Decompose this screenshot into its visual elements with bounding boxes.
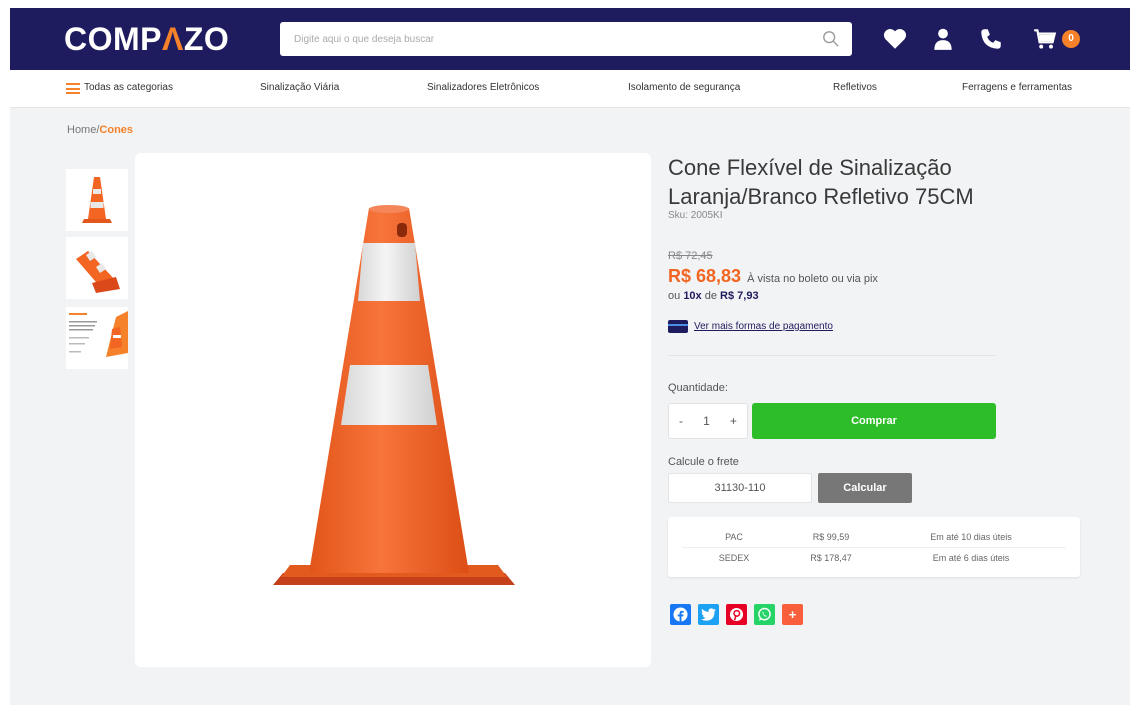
shipping-row: SEDEX R$ 178,47 Em até 6 dias úteis xyxy=(682,547,1066,567)
shipping-results: PAC R$ 99,59 Em até 10 dias úteis SEDEX … xyxy=(668,517,1080,577)
whatsapp-share-button[interactable] xyxy=(754,604,775,625)
facebook-icon xyxy=(673,607,688,622)
user-icon[interactable] xyxy=(930,26,956,52)
search-bar xyxy=(280,22,852,56)
cart-icon[interactable] xyxy=(1032,26,1058,52)
nav-sinalizadores-eletronicos[interactable]: Sinalizadores Eletrônicos xyxy=(427,82,539,93)
credit-card-icon xyxy=(668,320,688,333)
logo-text-right: ZO xyxy=(183,21,230,57)
quantity-stepper: - 1 + xyxy=(668,403,748,439)
facebook-share-button[interactable] xyxy=(670,604,691,625)
old-price: R$ 72,45 xyxy=(668,250,713,262)
cep-input[interactable] xyxy=(668,473,812,503)
nav-ferragens-ferramentas[interactable]: Ferragens e ferramentas xyxy=(962,82,1072,93)
installments-count: 10x xyxy=(683,290,702,302)
cone-thumbnail-image xyxy=(82,177,112,223)
shipping-price: R$ 99,59 xyxy=(812,532,850,542)
shipping-row: PAC R$ 99,59 Em até 10 dias úteis xyxy=(682,527,1066,547)
payment-options-link[interactable]: Ver mais formas de pagamento xyxy=(668,320,833,333)
payment-options-label: Ver mais formas de pagamento xyxy=(694,321,833,332)
menu-icon[interactable] xyxy=(66,83,80,94)
search-icon[interactable] xyxy=(822,30,840,48)
category-nav: Todas as categorias Sinalização Viária S… xyxy=(10,70,1130,108)
quantity-increase-button[interactable]: + xyxy=(730,414,737,428)
nav-refletivos[interactable]: Refletivos xyxy=(833,82,877,93)
nav-sinalizacao-viaria[interactable]: Sinalização Viária xyxy=(260,82,339,93)
twitter-icon xyxy=(701,608,716,621)
nav-isolamento-seguranca[interactable]: Isolamento de segurança xyxy=(628,82,740,93)
thumbnail-1[interactable] xyxy=(66,169,128,231)
breadcrumb-current[interactable]: Cones xyxy=(99,124,133,136)
shipping-price: R$ 178,47 xyxy=(810,552,852,563)
search-input[interactable] xyxy=(280,22,800,56)
thumbnail-3[interactable] xyxy=(66,307,128,369)
heart-icon[interactable] xyxy=(882,26,908,52)
cart-count-badge: 0 xyxy=(1062,30,1080,48)
more-share-button[interactable]: + xyxy=(782,604,803,625)
product-sku: Sku: 2005KI xyxy=(668,210,723,221)
divider xyxy=(668,355,996,356)
site-logo[interactable]: COMPΛZO xyxy=(64,21,229,58)
fallen-cone-thumbnail-image xyxy=(76,251,120,293)
shipping-service: PAC xyxy=(725,532,743,542)
site-header: COMPΛZO 0 xyxy=(10,8,1130,70)
spec-sheet-thumbnail-image xyxy=(69,311,128,357)
current-price: R$ 68,83 xyxy=(668,266,742,286)
installments-value: R$ 7,93 xyxy=(720,290,759,302)
thumbnail-2[interactable] xyxy=(66,237,128,299)
whatsapp-icon xyxy=(758,607,771,621)
product-main-image[interactable] xyxy=(135,153,651,667)
product-title: Cone Flexível de Sinalização Laranja/Bra… xyxy=(668,155,974,209)
price-row: R$ 68,83 À vista no boleto ou via pix xyxy=(668,266,878,287)
shipping-time: Em até 10 dias úteis xyxy=(930,532,1012,542)
installments-prefix: ou xyxy=(668,290,681,302)
shipping-label: Calcule o frete xyxy=(668,456,739,468)
calculate-shipping-button[interactable]: Calcular xyxy=(818,473,912,503)
quantity-decrease-button[interactable]: - xyxy=(679,414,683,428)
share-buttons: + xyxy=(670,604,803,625)
page-frame: COMPΛZO 0 Todas as categorias xyxy=(10,8,1130,705)
installments: ou 10x de R$ 7,93 xyxy=(668,290,759,302)
phone-icon[interactable] xyxy=(978,26,1004,52)
pinterest-icon xyxy=(729,607,744,622)
twitter-share-button[interactable] xyxy=(698,604,719,625)
installments-mid: de xyxy=(704,290,717,302)
logo-text-accent: Λ xyxy=(162,21,184,57)
pinterest-share-button[interactable] xyxy=(726,604,747,625)
logo-text-left: COMP xyxy=(64,21,162,57)
quantity-value[interactable]: 1 xyxy=(703,414,710,428)
shipping-time: Em até 6 dias úteis xyxy=(932,552,1010,563)
buy-button[interactable]: Comprar xyxy=(752,403,996,439)
price-note: À vista no boleto ou via pix xyxy=(747,273,878,285)
nav-all-categories[interactable]: Todas as categorias xyxy=(84,82,173,93)
breadcrumb-home[interactable]: Home xyxy=(67,124,96,136)
cone-product-image xyxy=(273,205,515,585)
breadcrumb: Home/Cones xyxy=(67,124,133,136)
quantity-label: Quantidade: xyxy=(668,382,728,394)
shipping-service: SEDEX xyxy=(718,552,750,563)
